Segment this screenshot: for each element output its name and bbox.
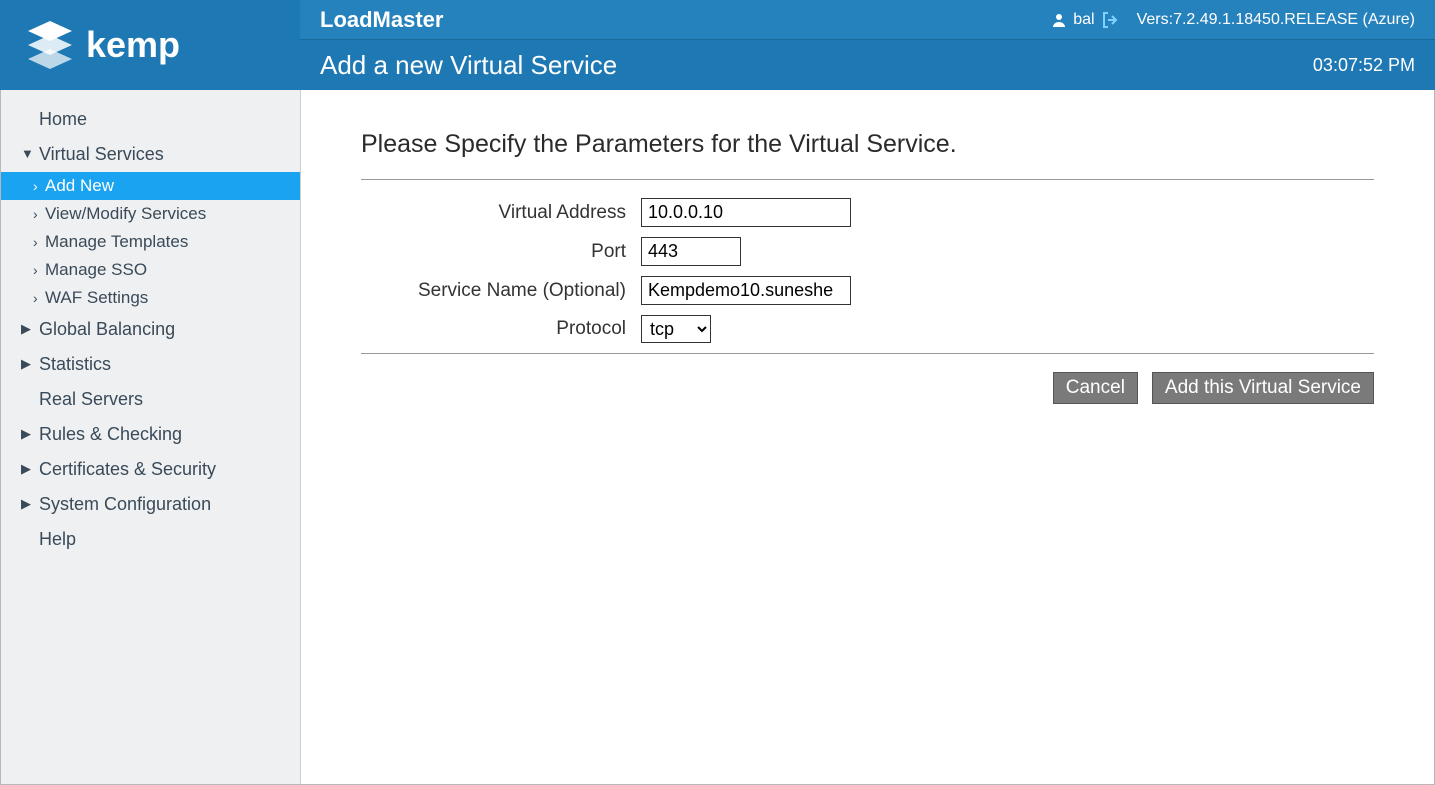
port-input[interactable] (641, 237, 741, 266)
sidebar-item-virtual-services[interactable]: ▼ Virtual Services (1, 137, 300, 172)
button-row: Cancel Add this Virtual Service (361, 372, 1374, 404)
version-label: Vers:7.2.49.1.18450.RELEASE (Azure) (1137, 11, 1415, 29)
header-bottom-bar: Add a new Virtual Service 03:07:52 PM (300, 40, 1435, 90)
sidebar: Home ▼ Virtual Services › Add New › View… (1, 90, 301, 784)
product-name: LoadMaster (320, 7, 443, 33)
row-port: Port (361, 237, 1374, 266)
sidebar-item-system-configuration[interactable]: ▶ System Configuration (1, 487, 300, 522)
sidebar-sub-label: Manage Templates (45, 232, 188, 251)
top-header: kemp LoadMaster bal Vers:7.2.49.1.18450.… (0, 0, 1435, 90)
sidebar-item-statistics[interactable]: ▶ Statistics (1, 347, 300, 382)
divider (361, 179, 1374, 180)
sidebar-sub-label: View/Modify Services (45, 204, 206, 223)
sidebar-sub-waf-settings[interactable]: › WAF Settings (1, 284, 300, 312)
logout-icon[interactable] (1101, 11, 1119, 29)
collapse-icon: ▶ (21, 461, 31, 477)
row-protocol: Protocol tcp (361, 315, 1374, 343)
collapse-icon: ▶ (21, 426, 31, 442)
header-top-bar: LoadMaster bal Vers:7.2.49.1.18450.RELEA… (300, 0, 1435, 40)
divider (361, 353, 1374, 354)
virtual-address-input[interactable] (641, 198, 851, 227)
clock: 03:07:52 PM (1313, 55, 1415, 76)
sidebar-item-label: Virtual Services (39, 144, 164, 164)
expand-icon: ▼ (21, 146, 34, 161)
chevron-right-icon: › (33, 262, 38, 278)
sidebar-sub-add-new[interactable]: › Add New (1, 172, 300, 200)
sidebar-item-real-servers[interactable]: Real Servers (1, 382, 300, 417)
chevron-right-icon: › (33, 206, 38, 222)
row-service-name: Service Name (Optional) (361, 276, 1374, 305)
sidebar-item-certificates-security[interactable]: ▶ Certificates & Security (1, 452, 300, 487)
sidebar-sub-label: WAF Settings (45, 288, 148, 307)
header-info: bal Vers:7.2.49.1.18450.RELEASE (Azure) (1051, 11, 1415, 29)
sidebar-item-label: Global Balancing (39, 319, 175, 339)
sidebar-item-label: Real Servers (39, 389, 143, 409)
sidebar-item-label: Help (39, 529, 76, 549)
kemp-logo-icon: kemp (20, 15, 240, 75)
sidebar-sub-view-modify[interactable]: › View/Modify Services (1, 200, 300, 228)
chevron-right-icon: › (33, 178, 38, 194)
sidebar-item-label: Statistics (39, 354, 111, 374)
sidebar-item-label: System Configuration (39, 494, 211, 514)
page-title: Add a new Virtual Service (320, 50, 617, 81)
sidebar-sub-manage-sso[interactable]: › Manage SSO (1, 256, 300, 284)
sidebar-item-label: Certificates & Security (39, 459, 216, 479)
service-name-input[interactable] (641, 276, 851, 305)
collapse-icon: ▶ (21, 321, 31, 337)
collapse-icon: ▶ (21, 496, 31, 512)
sidebar-item-label: Rules & Checking (39, 424, 182, 444)
form-heading: Please Specify the Parameters for the Vi… (361, 130, 1374, 171)
collapse-icon: ▶ (21, 356, 31, 372)
protocol-select[interactable]: tcp (641, 315, 711, 343)
add-virtual-service-button[interactable]: Add this Virtual Service (1152, 372, 1374, 404)
brand-logo: kemp (0, 0, 300, 90)
sidebar-sub-label: Add New (45, 176, 114, 195)
chevron-right-icon: › (33, 234, 38, 250)
chevron-right-icon: › (33, 290, 38, 306)
sidebar-item-home[interactable]: Home (1, 102, 300, 137)
svg-text:kemp: kemp (86, 24, 180, 65)
label-port: Port (361, 241, 641, 263)
user-indicator[interactable]: bal (1051, 11, 1118, 29)
user-icon (1051, 12, 1067, 28)
row-virtual-address: Virtual Address (361, 198, 1374, 227)
sidebar-sub-manage-templates[interactable]: › Manage Templates (1, 228, 300, 256)
label-service-name: Service Name (Optional) (361, 280, 641, 302)
sidebar-item-help[interactable]: Help (1, 522, 300, 557)
label-virtual-address: Virtual Address (361, 202, 641, 224)
sidebar-item-global-balancing[interactable]: ▶ Global Balancing (1, 312, 300, 347)
main-content: Please Specify the Parameters for the Vi… (301, 90, 1434, 784)
cancel-button[interactable]: Cancel (1053, 372, 1138, 404)
username-label: bal (1073, 11, 1094, 29)
body-area: Home ▼ Virtual Services › Add New › View… (0, 90, 1435, 785)
header-right: LoadMaster bal Vers:7.2.49.1.18450.RELEA… (300, 0, 1435, 90)
label-protocol: Protocol (361, 318, 641, 340)
sidebar-item-rules-checking[interactable]: ▶ Rules & Checking (1, 417, 300, 452)
sidebar-sub-label: Manage SSO (45, 260, 147, 279)
sidebar-item-label: Home (39, 109, 87, 129)
